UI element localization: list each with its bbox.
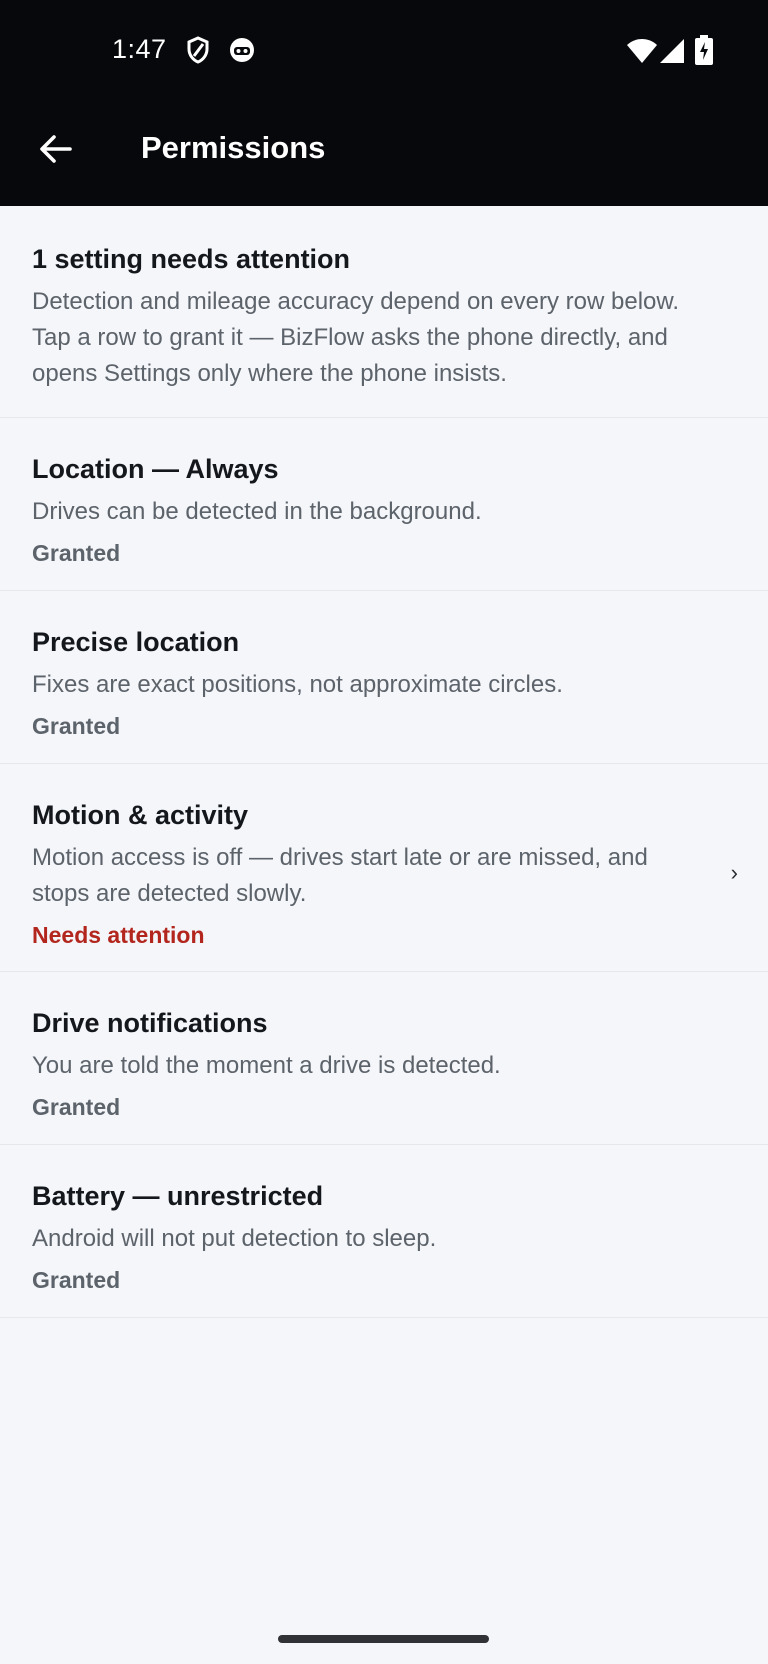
wifi-icon xyxy=(626,38,658,69)
permission-description: Drives can be detected in the background… xyxy=(32,498,482,525)
permission-title: Battery — unrestricted xyxy=(32,1181,324,1211)
shield-icon xyxy=(186,36,210,69)
permission-status-attention: Needs attention xyxy=(32,922,205,948)
permission-status: Granted xyxy=(32,713,121,739)
permission-status: Granted xyxy=(32,540,121,566)
page-title: Permissions xyxy=(141,130,326,165)
permission-row-battery-unrestricted[interactable]: Battery — unrestricted Android will not … xyxy=(0,1145,768,1318)
back-button[interactable] xyxy=(24,120,86,182)
permission-status: Granted xyxy=(32,1094,121,1120)
permission-row-precise-location[interactable]: Precise location Fixes are exact positio… xyxy=(0,591,768,764)
permission-title: Precise location xyxy=(32,627,240,657)
summary-title: 1 setting needs attention xyxy=(32,244,351,274)
robot-icon xyxy=(228,36,256,69)
permission-row-motion-activity[interactable]: Motion & activity Motion access is off —… xyxy=(0,764,768,972)
permission-row-location-always[interactable]: Location — Always Drives can be detected… xyxy=(0,418,768,591)
app-header: 1:47 Permissions xyxy=(0,0,768,206)
arrow-back-icon xyxy=(38,134,72,169)
permission-description: Fixes are exact positions, not approxima… xyxy=(32,671,563,698)
permission-row-drive-notifications[interactable]: Drive notifications You are told the mom… xyxy=(0,972,768,1145)
summary-description: Detection and mileage accuracy depend on… xyxy=(32,288,680,387)
permission-status: Granted xyxy=(32,1267,121,1293)
summary-card: 1 setting needs attention Detection and … xyxy=(0,206,768,418)
permissions-list: 1 setting needs attention Detection and … xyxy=(0,206,768,1318)
home-indicator[interactable] xyxy=(278,1635,489,1643)
permission-title: Location — Always xyxy=(32,454,279,484)
chevron-right-icon: › xyxy=(730,860,738,885)
permission-description: Android will not put detection to sleep. xyxy=(32,1225,437,1252)
battery-charging-icon xyxy=(695,35,713,70)
permission-description: You are told the moment a drive is detec… xyxy=(32,1052,501,1079)
signal-icon xyxy=(659,38,685,69)
status-time: 1:47 xyxy=(112,34,167,64)
permission-title: Drive notifications xyxy=(32,1008,268,1038)
permission-title: Motion & activity xyxy=(32,800,249,830)
permission-description: Motion access is off — drives start late… xyxy=(32,844,648,907)
